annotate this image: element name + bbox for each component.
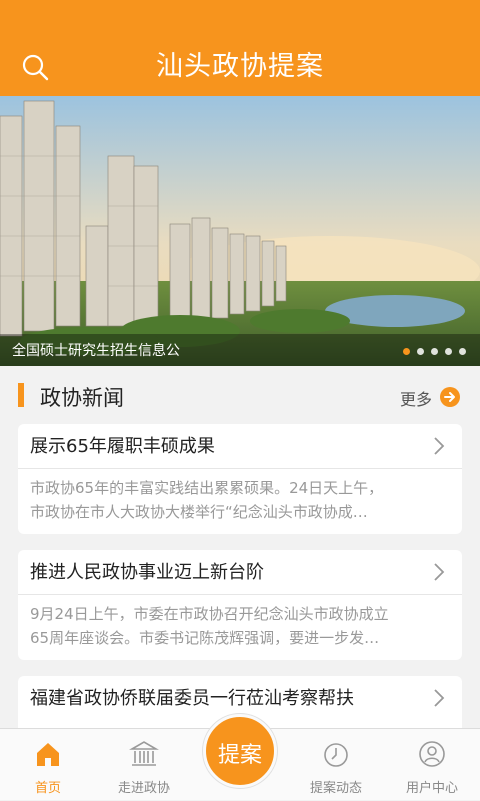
banner-caption[interactable]: 全国硕士研究生招生信息公 — [12, 340, 180, 360]
tab-home[interactable]: 首页 — [0, 729, 96, 801]
news-item-title: 福建省政协侨联届委员一行莅汕考察帮扶 — [30, 688, 354, 709]
home-icon — [33, 739, 63, 769]
summary-line: 市政协在市人大政协大楼举行“纪念汕头市政协成… — [30, 503, 368, 521]
arrow-right-circle-icon[interactable] — [440, 387, 460, 407]
carousel-dot[interactable] — [403, 348, 410, 355]
carousel-indicators — [403, 348, 466, 355]
carousel-dot[interactable] — [445, 348, 452, 355]
tab-label: 用户中心 — [405, 781, 458, 796]
tab-label: 走进政协 — [117, 781, 170, 796]
tab-user-center[interactable]: 用户中心 — [384, 729, 480, 801]
proposal-button[interactable]: 提案 — [203, 714, 277, 788]
user-icon — [417, 739, 447, 769]
building-icon — [129, 739, 159, 769]
app-header: 汕头政协提案 — [0, 0, 480, 96]
news-item-summary: 9月24日上午，市委在市政协召开纪念汕头市政协成立 65周年座谈会。市委书记陈茂… — [30, 602, 450, 650]
section-title: 政协新闻 — [40, 386, 124, 410]
proposal-button-label: 提案 — [217, 743, 262, 768]
news-section-header: 政协新闻 更多 — [0, 378, 480, 418]
carousel-dot[interactable] — [431, 348, 438, 355]
chevron-right-icon — [432, 562, 446, 582]
page-title: 汕头政协提案 — [156, 51, 324, 82]
banner-image — [0, 96, 480, 366]
news-item-summary: 市政协65年的丰富实践结出累累硕果。24日天上午， 市政协在市人大政协大楼举行“… — [30, 476, 450, 524]
chevron-right-icon — [432, 688, 446, 708]
carousel-dot[interactable] — [417, 348, 424, 355]
clock-icon — [321, 739, 351, 769]
tab-about[interactable]: 走进政协 — [96, 729, 192, 801]
summary-line: 9月24日上午，市委在市政协召开纪念汕头市政协成立 — [30, 605, 389, 623]
news-item-title: 推进人民政协事业迈上新台阶 — [30, 562, 264, 583]
more-link[interactable]: 更多 — [400, 386, 432, 410]
carousel-dot[interactable] — [459, 348, 466, 355]
chevron-right-icon — [432, 436, 446, 456]
banner-carousel[interactable]: 全国硕士研究生招生信息公 — [0, 96, 480, 366]
news-item[interactable]: 推进人民政协事业迈上新台阶 9月24日上午，市委在市政协召开纪念汕头市政协成立 … — [18, 550, 462, 660]
divider — [18, 468, 462, 469]
tab-label: 提案动态 — [309, 781, 362, 796]
summary-line: 市政协65年的丰富实践结出累累硕果。24日天上午， — [30, 479, 384, 497]
summary-line: 65周年座谈会。市委书记陈茂辉强调，要进一步发… — [30, 629, 380, 647]
tab-dynamics[interactable]: 提案动态 — [288, 729, 384, 801]
divider — [18, 594, 462, 595]
news-item-title: 展示65年履职丰硕成果 — [30, 436, 215, 457]
news-item[interactable]: 展示65年履职丰硕成果 市政协65年的丰富实践结出累累硕果。24日天上午， 市政… — [18, 424, 462, 534]
tab-label: 首页 — [34, 781, 61, 796]
section-accent-bar — [18, 383, 24, 407]
